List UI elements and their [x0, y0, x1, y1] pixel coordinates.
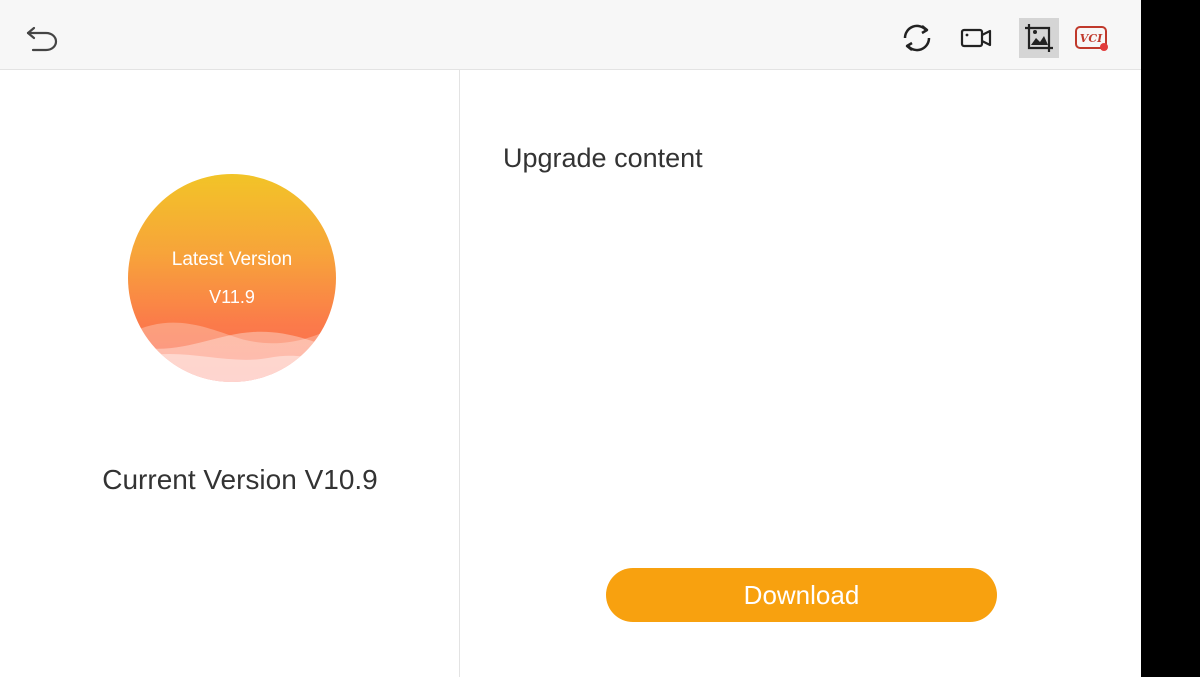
upgrade-content-title: Upgrade content [503, 143, 703, 173]
back-button[interactable] [24, 20, 64, 54]
wave-decoration [128, 322, 336, 382]
refresh-button[interactable] [897, 18, 937, 58]
video-record-button[interactable] [956, 18, 996, 58]
screen-bezel [1141, 0, 1200, 677]
vci-icon-text: VCI [1080, 32, 1103, 45]
latest-version-number: V11.9 [209, 287, 255, 307]
upgrade-screen: VCI Latest Version V11.9 Current Version… [0, 0, 1141, 677]
vci-button[interactable]: VCI [1072, 18, 1112, 58]
vci-icon: VCI [1072, 26, 1112, 62]
top-toolbar: VCI [0, 0, 1141, 70]
panel-divider [459, 70, 460, 677]
screenshot-icon [1019, 24, 1059, 62]
download-button[interactable]: Download [606, 568, 997, 622]
screenshot-button[interactable] [1019, 18, 1059, 58]
latest-version-label: Latest Version [171, 249, 293, 270]
back-arrow-icon [24, 26, 64, 58]
latest-version-badge: Latest Version V11.9 [128, 174, 336, 382]
video-record-icon [956, 28, 996, 62]
refresh-icon [897, 24, 937, 62]
current-version-text: Current Version V10.9 [102, 464, 378, 495]
